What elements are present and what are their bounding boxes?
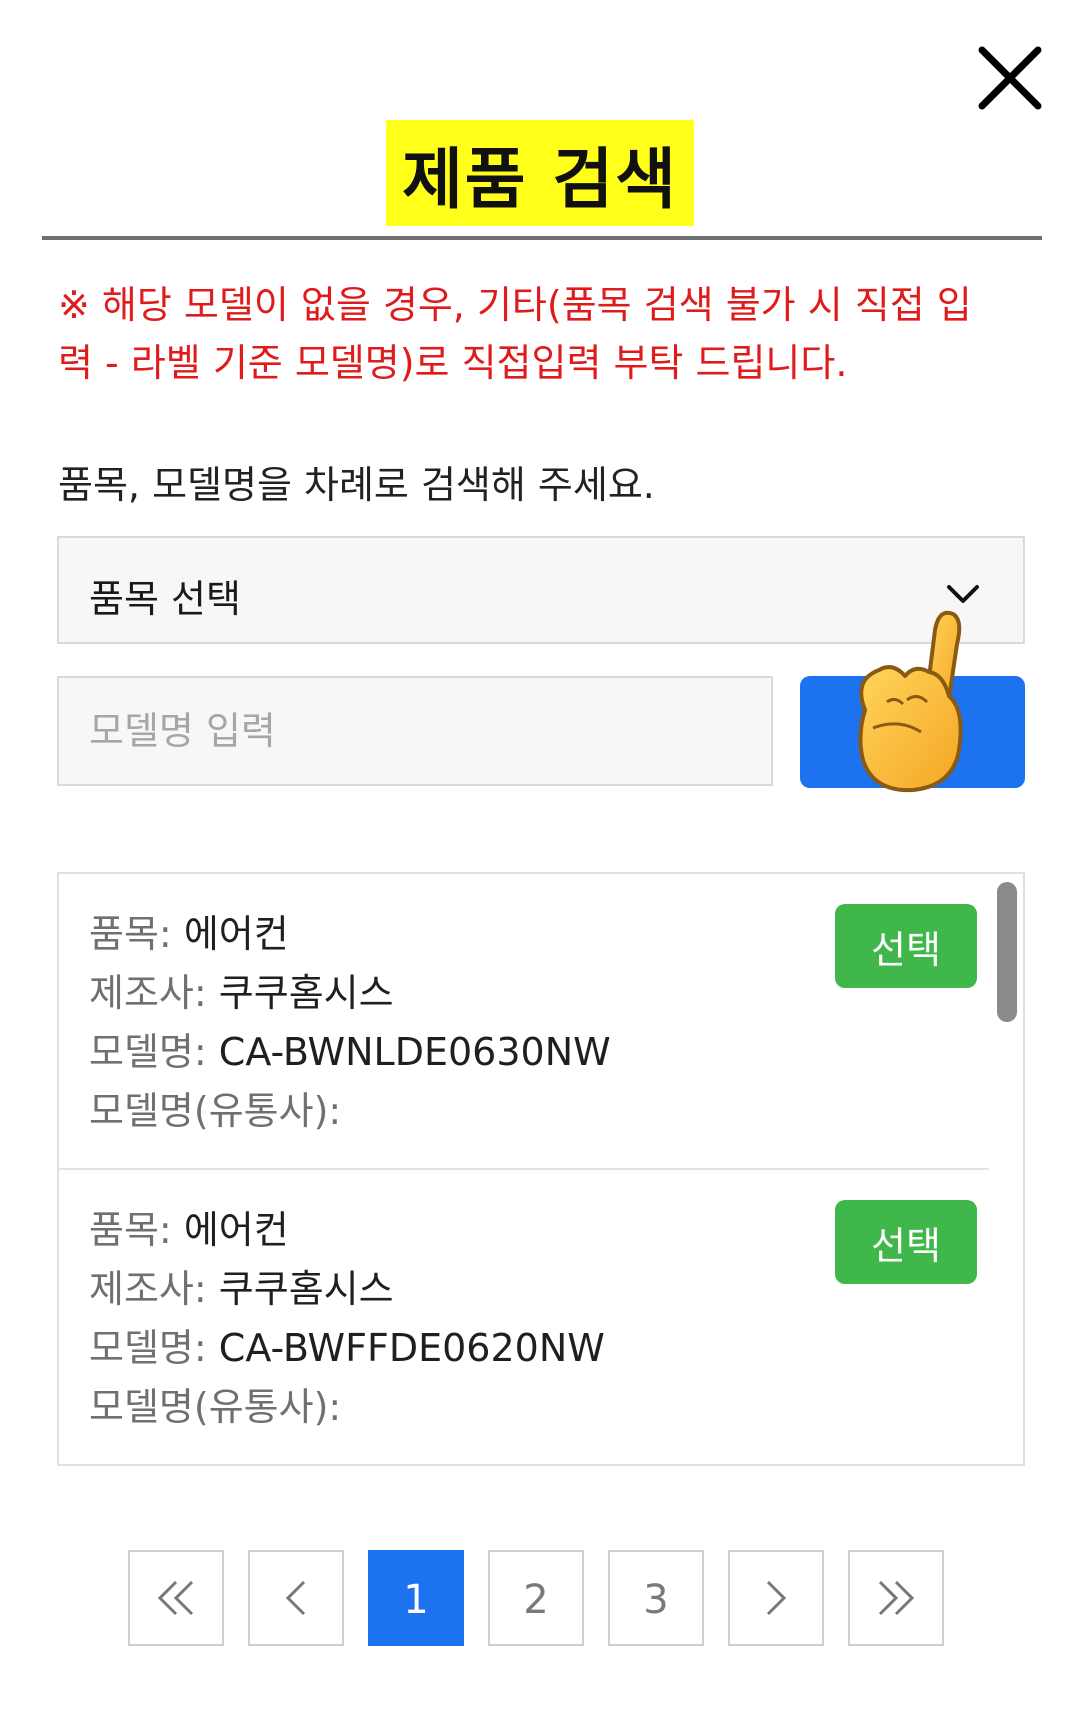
first-page-button[interactable] xyxy=(128,1550,224,1646)
model-label: 모델명: xyxy=(89,1326,207,1370)
title-container: 제품 검색 xyxy=(0,120,1080,226)
pagination: 1 2 3 xyxy=(128,1550,958,1648)
dist-model-row: 모델명(유통사): xyxy=(89,1091,341,1131)
page-2-button[interactable]: 2 xyxy=(488,1550,584,1646)
page-3-button[interactable]: 3 xyxy=(608,1550,704,1646)
double-chevron-left-icon xyxy=(157,1580,194,1616)
chevron-right-icon xyxy=(766,1580,787,1616)
category-label: 품목: xyxy=(89,1208,172,1252)
list-item: 품목: 에어컨 제조사: 쿠쿠홈시스 모델명: CA-BWNLDE0630NW … xyxy=(59,874,989,1170)
results-scrollbar[interactable] xyxy=(997,882,1017,1022)
chevron-down-icon xyxy=(947,585,979,603)
category-row: 품목: 에어컨 xyxy=(89,914,289,954)
notice-text: ※ 해당 모델이 없을 경우, 기타(품목 검색 불가 시 직접 입력 - 라벨… xyxy=(58,283,972,385)
dist-model-label: 모델명(유통사): xyxy=(89,1385,342,1429)
dist-model-row: 모델명(유통사): xyxy=(89,1387,341,1427)
prev-page-button[interactable] xyxy=(248,1550,344,1646)
model-row: 모델명: CA-BWNLDE0630NW xyxy=(89,1032,611,1072)
maker-row: 제조사: 쿠쿠홈시스 xyxy=(89,973,394,1013)
last-page-button[interactable] xyxy=(848,1550,944,1646)
maker-value: 쿠쿠홈시스 xyxy=(218,971,394,1015)
title-divider xyxy=(42,236,1042,240)
category-label: 품목: xyxy=(89,912,172,956)
model-row: 모델명: CA-BWFFDE0620NW xyxy=(89,1328,605,1368)
maker-label: 제조사: xyxy=(89,1267,207,1311)
model-value: CA-BWFFDE0620NW xyxy=(218,1326,605,1370)
maker-row: 제조사: 쿠쿠홈시스 xyxy=(89,1269,394,1309)
double-chevron-right-icon xyxy=(878,1580,915,1616)
category-select[interactable]: 품목 선택 xyxy=(57,536,1025,644)
next-page-button[interactable] xyxy=(728,1550,824,1646)
maker-value: 쿠쿠홈시스 xyxy=(218,1267,394,1311)
results-list[interactable]: 품목: 에어컨 제조사: 쿠쿠홈시스 모델명: CA-BWNLDE0630NW … xyxy=(57,872,1025,1466)
category-select-value: 품목 선택 xyxy=(89,577,241,621)
select-button[interactable]: 선택 xyxy=(835,904,977,988)
maker-label: 제조사: xyxy=(89,971,207,1015)
model-value: CA-BWNLDE0630NW xyxy=(218,1030,611,1074)
model-name-input[interactable] xyxy=(57,676,773,786)
instruction-text: 품목, 모델명을 차례로 검색해 주세요. xyxy=(58,463,655,507)
list-item: 품목: 에어컨 제조사: 쿠쿠홈시스 모델명: CA-BWFFDE0620NW … xyxy=(59,1170,989,1464)
category-value: 에어컨 xyxy=(183,912,289,956)
page-1-button[interactable]: 1 xyxy=(368,1550,464,1646)
select-button[interactable]: 선택 xyxy=(835,1200,977,1284)
chevron-left-icon xyxy=(285,1580,306,1616)
category-row: 품목: 에어컨 xyxy=(89,1210,289,1250)
close-button[interactable] xyxy=(970,38,1050,118)
close-icon xyxy=(978,46,1042,110)
model-label: 모델명: xyxy=(89,1030,207,1074)
page-title: 제품 검색 xyxy=(386,120,694,226)
dist-model-label: 모델명(유통사): xyxy=(89,1089,342,1133)
search-button[interactable] xyxy=(800,676,1025,788)
category-value: 에어컨 xyxy=(183,1208,289,1252)
